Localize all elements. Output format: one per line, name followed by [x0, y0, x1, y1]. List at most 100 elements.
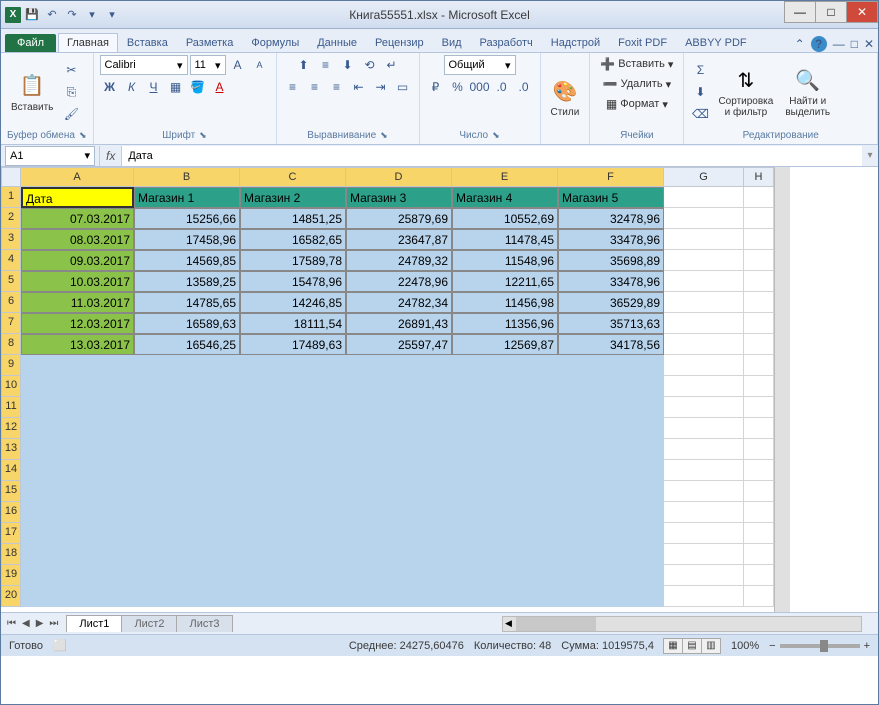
value-cell[interactable]: 18111,54: [240, 313, 346, 334]
sort-filter-button[interactable]: ⇅ Сортировка и фильтр: [714, 64, 777, 120]
tab-вид[interactable]: Вид: [433, 33, 471, 52]
row-header[interactable]: 10: [1, 376, 21, 397]
value-cell[interactable]: 35698,89: [558, 250, 664, 271]
sheet-first-icon[interactable]: ⏮: [5, 618, 18, 629]
indent-inc-icon[interactable]: ⇥: [371, 77, 391, 97]
align-right-icon[interactable]: ≡: [327, 77, 347, 97]
help-icon[interactable]: ?: [811, 36, 827, 52]
comma-icon[interactable]: 000: [470, 77, 490, 97]
column-header[interactable]: G: [664, 167, 744, 187]
row-header[interactable]: 5: [1, 271, 21, 292]
minimize-ribbon-icon[interactable]: ⌃: [795, 37, 805, 51]
font-size-combo[interactable]: 11▾: [190, 55, 226, 75]
value-cell[interactable]: 17489,63: [240, 334, 346, 355]
value-cell[interactable]: 24782,34: [346, 292, 452, 313]
date-cell[interactable]: 09.03.2017: [21, 250, 134, 271]
value-cell[interactable]: 12569,87: [452, 334, 558, 355]
value-cell[interactable]: 33478,96: [558, 229, 664, 250]
cell[interactable]: [664, 544, 744, 565]
tab-разработч[interactable]: Разработч: [471, 33, 542, 52]
row-header[interactable]: 20: [1, 586, 21, 607]
zoom-in-icon[interactable]: +: [864, 640, 870, 652]
date-cell[interactable]: 12.03.2017: [21, 313, 134, 334]
font-name-combo[interactable]: Calibri▾: [100, 55, 188, 75]
value-cell[interactable]: 32478,96: [558, 208, 664, 229]
sheet-next-icon[interactable]: ▶: [34, 618, 46, 629]
cell[interactable]: [744, 355, 774, 376]
value-cell[interactable]: 14785,65: [134, 292, 240, 313]
expand-formula-icon[interactable]: ▾: [862, 150, 878, 161]
cell[interactable]: [744, 439, 774, 460]
copy-icon[interactable]: ⎘: [61, 82, 81, 102]
insert-cells-button[interactable]: ➕Вставить▾: [596, 55, 677, 73]
value-cell[interactable]: 10552,69: [452, 208, 558, 229]
cell[interactable]: [744, 271, 774, 292]
row-header[interactable]: 12: [1, 418, 21, 439]
styles-button[interactable]: 🎨 Стили: [547, 75, 584, 120]
cell[interactable]: [664, 271, 744, 292]
zoom-level[interactable]: 100%: [731, 640, 759, 652]
column-header[interactable]: A: [21, 167, 134, 187]
sheet-prev-icon[interactable]: ◀: [20, 618, 32, 629]
indent-dec-icon[interactable]: ⇤: [349, 77, 369, 97]
value-cell[interactable]: 24789,32: [346, 250, 452, 271]
tab-главная[interactable]: Главная: [58, 33, 118, 52]
select-all-corner[interactable]: [1, 167, 21, 187]
row-header[interactable]: 15: [1, 481, 21, 502]
normal-view-icon[interactable]: ▦: [663, 638, 683, 654]
date-cell[interactable]: 10.03.2017: [21, 271, 134, 292]
header-shop-cell[interactable]: Магазин 4: [452, 187, 558, 208]
find-select-button[interactable]: 🔍 Найти и выделить: [781, 64, 834, 120]
cell[interactable]: [664, 586, 744, 607]
sheet-last-icon[interactable]: ⏭: [47, 618, 60, 629]
value-cell[interactable]: 11548,96: [452, 250, 558, 271]
value-cell[interactable]: 25879,69: [346, 208, 452, 229]
column-header[interactable]: B: [134, 167, 240, 187]
fx-icon[interactable]: fx: [99, 146, 122, 166]
row-header[interactable]: 11: [1, 397, 21, 418]
value-cell[interactable]: 11456,98: [452, 292, 558, 313]
tab-формулы[interactable]: Формулы: [242, 33, 308, 52]
increase-decimal-icon[interactable]: .0: [492, 77, 512, 97]
date-cell[interactable]: 08.03.2017: [21, 229, 134, 250]
align-left-icon[interactable]: ≡: [283, 77, 303, 97]
value-cell[interactable]: 26891,43: [346, 313, 452, 334]
dialog-launcher-icon[interactable]: ⬊: [380, 130, 388, 141]
cell[interactable]: [664, 292, 744, 313]
fill-icon[interactable]: ⬇: [690, 82, 710, 102]
value-cell[interactable]: 15478,96: [240, 271, 346, 292]
column-header[interactable]: C: [240, 167, 346, 187]
header-shop-cell[interactable]: Магазин 2: [240, 187, 346, 208]
page-layout-icon[interactable]: ▤: [682, 638, 702, 654]
sheet-tab[interactable]: Лист1: [66, 615, 122, 632]
header-date-cell[interactable]: Дата: [21, 187, 134, 208]
zoom-out-icon[interactable]: −: [769, 640, 775, 652]
header-shop-cell[interactable]: Магазин 3: [346, 187, 452, 208]
row-header[interactable]: 14: [1, 460, 21, 481]
cell[interactable]: [664, 376, 744, 397]
cell[interactable]: [744, 250, 774, 271]
cell-grid[interactable]: ДатаМагазин 1Магазин 2Магазин 3Магазин 4…: [21, 187, 774, 612]
qat-icon[interactable]: ▾: [83, 6, 101, 24]
cell[interactable]: [744, 292, 774, 313]
format-cells-button[interactable]: ▦Формат▾: [602, 95, 672, 113]
align-middle-icon[interactable]: ≡: [316, 55, 336, 75]
align-bottom-icon[interactable]: ⬇: [338, 55, 358, 75]
tab-вставка[interactable]: Вставка: [118, 33, 177, 52]
cell[interactable]: [664, 187, 744, 208]
header-shop-cell[interactable]: Магазин 5: [558, 187, 664, 208]
align-center-icon[interactable]: ≡: [305, 77, 325, 97]
value-cell[interactable]: 13589,25: [134, 271, 240, 292]
orientation-icon[interactable]: ⟲: [360, 55, 380, 75]
grow-font-icon[interactable]: A: [228, 55, 248, 75]
value-cell[interactable]: 11478,45: [452, 229, 558, 250]
fill-color-icon[interactable]: 🪣: [188, 77, 208, 97]
value-cell[interactable]: 17589,78: [240, 250, 346, 271]
column-header[interactable]: F: [558, 167, 664, 187]
value-cell[interactable]: 16582,65: [240, 229, 346, 250]
cell[interactable]: [744, 229, 774, 250]
row-header[interactable]: 6: [1, 292, 21, 313]
cell[interactable]: [664, 208, 744, 229]
value-cell[interactable]: 14246,85: [240, 292, 346, 313]
cell[interactable]: [744, 376, 774, 397]
